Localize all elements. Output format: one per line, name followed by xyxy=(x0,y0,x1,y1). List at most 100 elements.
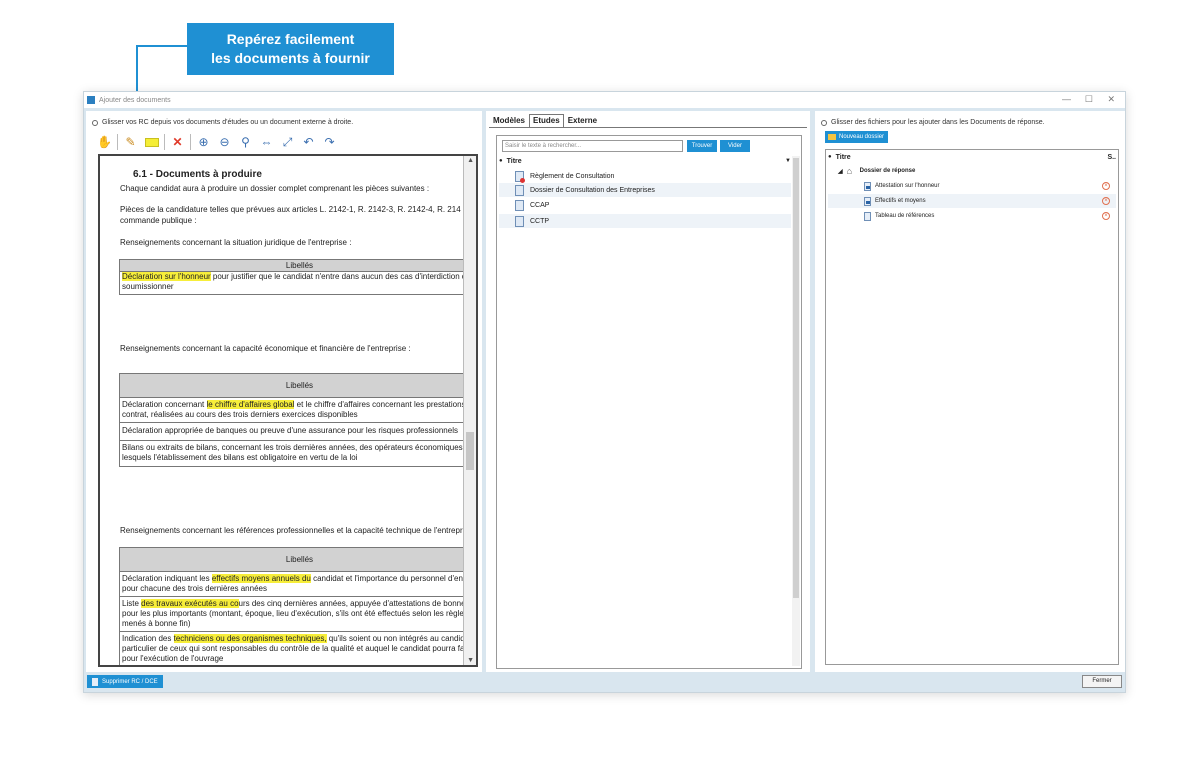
titlebar: Ajouter des documents — ☐ ✕ xyxy=(84,92,1125,108)
highlighted-text[interactable]: effectifs moyens annuels du xyxy=(211,574,311,583)
documents-list-box: Saisir le texte à rechercher... Trouver … xyxy=(496,135,802,669)
response-documents-pane: Glisser des fichiers pour les ajouter da… xyxy=(815,111,1125,672)
delete-highlight-icon[interactable]: ✕ xyxy=(169,134,186,151)
list-item[interactable]: Dossier de Consultation des Entreprises xyxy=(499,183,791,197)
left-hint-text: Glisser vos RC depuis vos documents d'ét… xyxy=(102,119,354,126)
list-item[interactable]: Règlement de Consultation xyxy=(499,169,791,183)
table-row: Indication des techniciens ou des organi… xyxy=(120,632,464,665)
row-text: pour chacune des trois dernières années xyxy=(122,584,267,593)
source-tabs: Modèles Etudes Externe xyxy=(489,114,601,127)
search-button[interactable]: Trouver xyxy=(687,140,717,152)
info-icon xyxy=(92,119,98,126)
tab-externe[interactable]: Externe xyxy=(564,114,601,127)
tree-item[interactable]: Tableau de références × xyxy=(828,209,1116,223)
window-title: Ajouter des documents xyxy=(99,96,171,104)
list-scrollbar[interactable] xyxy=(792,156,800,666)
highlighted-text[interactable]: techniciens ou des organismes techniques… xyxy=(173,634,327,643)
maximize-button[interactable]: ☐ xyxy=(1085,94,1093,105)
locked-file-icon xyxy=(864,181,871,191)
table-header: Libellés xyxy=(120,260,463,272)
column-title[interactable]: Titre xyxy=(507,158,522,165)
rotate-left-icon[interactable]: ↶ xyxy=(300,134,317,151)
callout-connector xyxy=(137,45,187,47)
row-text: soumissionner xyxy=(122,282,174,291)
minimize-button[interactable]: — xyxy=(1062,94,1071,104)
list-item-label: Dossier de Consultation des Entreprises xyxy=(530,186,655,194)
tree-item[interactable]: Effectifs et moyens × xyxy=(828,194,1116,208)
row-text: Bilans ou extraits de bilans, concernant… xyxy=(122,443,464,452)
row-text: lesquels l'établissement des bilans est … xyxy=(122,453,358,462)
new-folder-button[interactable]: Nouveau dossier xyxy=(825,131,889,143)
viewer-toolbar: ✋ ✎ ✕ ⊕ ⊖ ⚲ ⇔ ⤢ ↶ ↷ xyxy=(96,132,338,152)
tree-item-label: Tableau de références xyxy=(875,213,935,219)
pencil-icon[interactable]: ✎ xyxy=(122,134,139,151)
highlighted-text[interactable]: le chiffre d'affaires global xyxy=(206,400,295,409)
highlighted-text[interactable]: Déclaration sur l'honneur xyxy=(122,272,211,281)
table-row: Déclaration sur l'honneur pour justifier… xyxy=(120,272,463,294)
right-hint: Glisser des fichiers pour les ajouter da… xyxy=(821,119,1045,126)
column-title[interactable]: Titre xyxy=(836,154,851,161)
clear-button[interactable]: Vider xyxy=(720,140,750,152)
search-input[interactable]: Saisir le texte à rechercher... xyxy=(502,140,683,152)
doc-intro: Chaque candidat aura à produire un dossi… xyxy=(120,184,430,193)
table-header: Libellés xyxy=(120,548,463,572)
document-viewer[interactable]: 6.1 - Documents à produire Chaque candid… xyxy=(98,154,478,667)
rotate-right-icon[interactable]: ↷ xyxy=(321,134,338,151)
hand-tool-icon[interactable]: ✋ xyxy=(96,134,113,151)
highlight-color-icon[interactable] xyxy=(143,134,160,151)
table-header: Libellés xyxy=(120,374,463,398)
remove-item-icon[interactable]: × xyxy=(1102,182,1110,190)
response-tree-box: ● Titre S.. ◢ ⌂ Dossier de réponse Attes… xyxy=(825,149,1119,665)
document-page: 6.1 - Documents à produire Chaque candid… xyxy=(100,156,464,665)
tree-item-label: Effectifs et moyens xyxy=(875,198,926,204)
zoom-in-icon[interactable]: ⊕ xyxy=(195,134,212,151)
doc-section-title: 6.1 - Documents à produire xyxy=(133,169,262,180)
doc-section-technique: Renseignements concernant les références… xyxy=(120,526,464,535)
document-file-icon xyxy=(515,199,524,211)
document-file-icon xyxy=(515,215,524,227)
list-item[interactable]: CCTP xyxy=(499,214,791,228)
scroll-thumb[interactable] xyxy=(466,432,474,470)
tab-modeles[interactable]: Modèles xyxy=(489,114,529,127)
delete-button-label: Supprimer RC / DCE xyxy=(102,678,158,685)
fit-width-icon[interactable]: ⇔ xyxy=(258,134,275,151)
zoom-out-icon[interactable]: ⊖ xyxy=(216,134,233,151)
tree-item[interactable]: Attestation sur l'honneur × xyxy=(828,179,1116,193)
tab-etudes[interactable]: Etudes xyxy=(529,114,564,127)
highlighted-text[interactable]: des travaux exécutés au co xyxy=(141,599,239,608)
expand-toggle-icon[interactable]: ◢ xyxy=(838,168,843,175)
remove-item-icon[interactable]: × xyxy=(1102,212,1110,220)
list-item[interactable]: CCAP xyxy=(499,198,791,212)
row-text: pour les plus importants (montant, époqu… xyxy=(122,609,464,618)
row-text: Déclaration concernant xyxy=(122,400,207,409)
row-text: contrat, réalisées au cours des trois de… xyxy=(122,410,358,419)
home-folder-icon: ⌂ xyxy=(846,165,853,176)
row-text: pour l'exécution de l'ouvrage xyxy=(122,654,224,663)
remove-item-icon[interactable]: × xyxy=(1102,197,1110,205)
callout-box: Repérez facilement les documents à fourn… xyxy=(187,23,394,75)
fit-page-icon[interactable]: ⤢ xyxy=(279,134,296,151)
scroll-thumb[interactable] xyxy=(793,158,799,598)
toolbar-separator xyxy=(190,134,191,150)
column-status[interactable]: S.. xyxy=(1107,154,1116,161)
row-text: qu'ils soient ou non intégrés au candida… xyxy=(326,634,464,643)
document-file-icon xyxy=(515,184,524,196)
close-button[interactable]: Fermer xyxy=(1082,675,1122,688)
row-text: Liste xyxy=(122,599,142,608)
tree-root-folder[interactable]: ◢ ⌂ Dossier de réponse xyxy=(828,164,1116,178)
sort-arrow-icon[interactable]: ▼ xyxy=(785,158,791,164)
zoom-search-icon[interactable]: ⚲ xyxy=(237,134,254,151)
doc-pieces-line2: commande publique : xyxy=(120,216,197,225)
scroll-up-icon[interactable]: ▲ xyxy=(467,157,474,164)
tabs-divider xyxy=(489,127,807,128)
list-item-label: CCAP xyxy=(530,201,550,209)
list-item-label: CCTP xyxy=(530,217,550,225)
scroll-down-icon[interactable]: ▼ xyxy=(467,657,474,664)
document-scrollbar[interactable]: ▲ ▼ xyxy=(464,156,476,665)
close-window-button[interactable]: ✕ xyxy=(1107,94,1115,105)
tree-item-label: Attestation sur l'honneur xyxy=(875,183,940,189)
row-text: Déclaration indiquant les xyxy=(122,574,212,583)
delete-rc-dce-button[interactable]: Supprimer RC / DCE xyxy=(87,675,163,688)
callout-line-1: Repérez facilement xyxy=(226,31,355,47)
row-text: et le chiffre d'affaires concernant les … xyxy=(294,400,464,409)
